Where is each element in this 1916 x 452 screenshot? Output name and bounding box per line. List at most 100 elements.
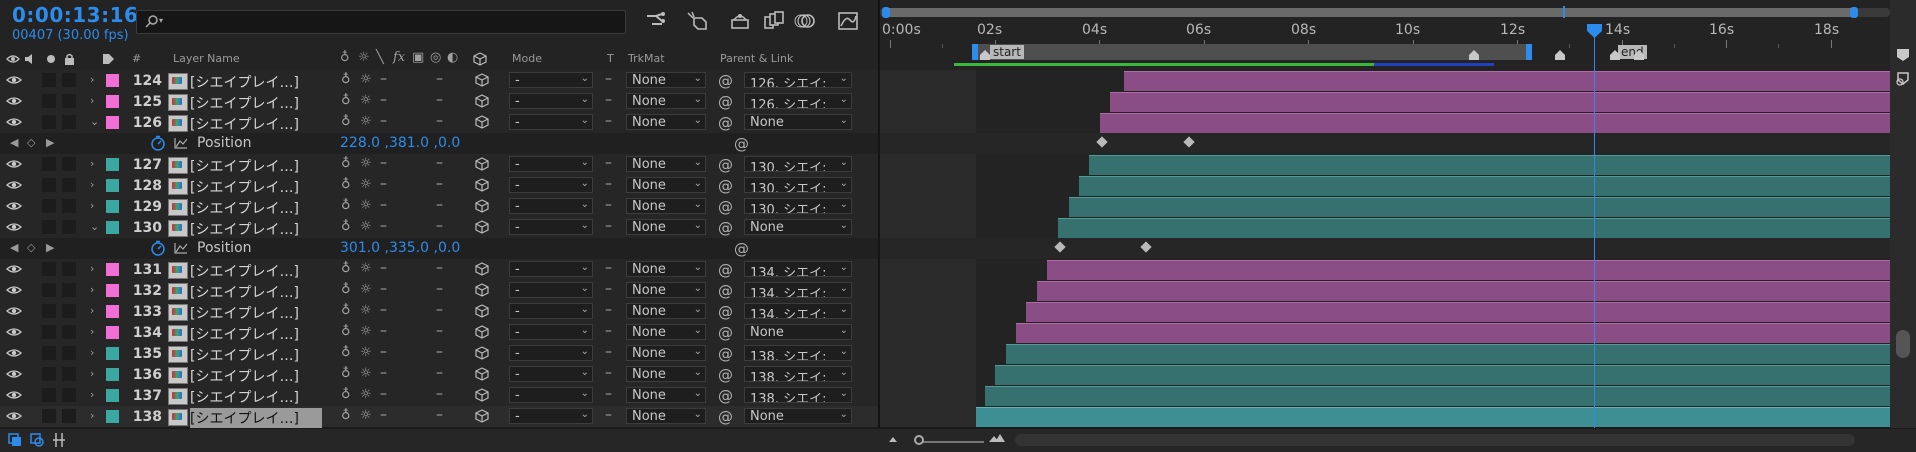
blend-mode-dropdown[interactable]: - ⌄ bbox=[509, 366, 593, 382]
layer-search-input[interactable]: ▾ bbox=[136, 10, 626, 34]
solo-switch[interactable] bbox=[42, 178, 56, 192]
eye-icon[interactable] bbox=[6, 222, 22, 232]
3d-layer-switch-icon[interactable] bbox=[475, 73, 489, 87]
lock-switch[interactable] bbox=[62, 94, 76, 108]
lock-switch[interactable] bbox=[62, 199, 76, 213]
lock-switch[interactable] bbox=[62, 157, 76, 171]
layer-duration-bar[interactable] bbox=[1079, 176, 1890, 196]
draft-3d-icon[interactable] bbox=[686, 10, 710, 32]
eye-icon[interactable] bbox=[6, 201, 22, 211]
property-track[interactable] bbox=[880, 238, 1890, 260]
pickwhip-icon[interactable]: @ bbox=[718, 345, 733, 363]
label-color-swatch[interactable] bbox=[106, 368, 119, 381]
layer-name[interactable]: [シエイプレイ…] bbox=[190, 366, 322, 386]
pickwhip-icon[interactable]: @ bbox=[718, 324, 733, 342]
layer-tracks[interactable] bbox=[880, 70, 1890, 428]
chevron-right-icon[interactable]: › bbox=[90, 178, 94, 191]
add-keyframe-icon[interactable]: ◇ bbox=[27, 136, 35, 149]
preserve-transparency-switch[interactable]: – bbox=[605, 344, 612, 360]
adjustment-switch-icon[interactable]: – bbox=[436, 344, 443, 360]
collapse-switch-icon[interactable]: ☼ bbox=[360, 408, 372, 423]
eye-icon[interactable] bbox=[6, 54, 20, 64]
lock-switch[interactable] bbox=[62, 409, 76, 423]
trkmat-dropdown[interactable]: None ⌄ bbox=[626, 219, 706, 235]
collapse-switch-icon[interactable]: ☼ bbox=[360, 219, 372, 234]
track[interactable] bbox=[880, 385, 1890, 407]
adjustment-switch-icon[interactable]: – bbox=[436, 386, 443, 402]
shy-switch-icon[interactable]: ♁ bbox=[341, 219, 351, 234]
chevron-right-icon[interactable]: › bbox=[90, 346, 94, 359]
preserve-transparency-switch[interactable]: – bbox=[605, 71, 612, 87]
adjustment-switch-icon[interactable]: – bbox=[436, 302, 443, 318]
layer-name[interactable]: [シエイプレイ…] bbox=[190, 93, 322, 113]
solo-icon[interactable] bbox=[47, 55, 55, 63]
property-row-position[interactable]: ◀ ◇ ▶ Position 301.0 ,335.0 ,0.0 @ bbox=[0, 238, 880, 260]
pickwhip-icon[interactable]: @ bbox=[734, 135, 749, 153]
track[interactable] bbox=[880, 112, 1890, 134]
3d-layer-switch-icon[interactable] bbox=[475, 409, 489, 423]
trkmat-dropdown[interactable]: None ⌄ bbox=[626, 345, 706, 361]
collapse-switch-icon[interactable]: ☼ bbox=[360, 345, 372, 360]
label-color-swatch[interactable] bbox=[106, 389, 119, 402]
layer-name[interactable]: [シエイプレイ…] bbox=[190, 345, 322, 365]
blend-mode-dropdown[interactable]: - ⌄ bbox=[509, 156, 593, 172]
quality-switch-icon[interactable]: – bbox=[380, 176, 387, 192]
blend-mode-dropdown[interactable]: - ⌄ bbox=[509, 219, 593, 235]
comp-marker-bin-icon[interactable] bbox=[1895, 72, 1911, 86]
shy-switch-icon[interactable]: ♁ bbox=[341, 303, 351, 318]
quality-switch-icon[interactable]: – bbox=[380, 92, 387, 108]
pickwhip-icon[interactable]: @ bbox=[718, 387, 733, 405]
pickwhip-icon[interactable]: @ bbox=[718, 366, 733, 384]
solo-switch[interactable] bbox=[42, 199, 56, 213]
position-value[interactable]: 228.0 ,381.0 ,0.0 bbox=[340, 135, 460, 151]
layer-name[interactable]: [シエイプレイ…] bbox=[190, 114, 322, 134]
graph-icon[interactable] bbox=[174, 137, 188, 149]
track[interactable] bbox=[880, 217, 1890, 239]
quality-switch-icon[interactable]: – bbox=[380, 218, 387, 234]
label-color-swatch[interactable] bbox=[106, 74, 119, 87]
lock-switch[interactable] bbox=[62, 304, 76, 318]
collapse-switch-icon[interactable]: ☼ bbox=[360, 156, 372, 171]
shy-icon[interactable]: ♁ bbox=[340, 50, 350, 65]
collapse-switch-icon[interactable]: ☼ bbox=[360, 177, 372, 192]
eye-icon[interactable] bbox=[6, 117, 22, 127]
layer-row[interactable]: › 133 [シエイプレイ…] ♁ ☼ – – - ⌄ – None ⌄ @ 134… bbox=[0, 301, 880, 323]
frame-blending-icon[interactable] bbox=[762, 10, 786, 32]
chevron-right-icon[interactable]: › bbox=[90, 325, 94, 338]
3d-layer-switch-icon[interactable] bbox=[475, 346, 489, 360]
track[interactable] bbox=[880, 70, 1890, 92]
eye-icon[interactable] bbox=[6, 327, 22, 337]
trkmat-dropdown[interactable]: None ⌄ bbox=[626, 282, 706, 298]
blend-mode-dropdown[interactable]: - ⌄ bbox=[509, 303, 593, 319]
lock-switch[interactable] bbox=[62, 262, 76, 276]
parent-dropdown[interactable]: 134. シエイ: ⌄ bbox=[744, 282, 852, 298]
shy-switch-icon[interactable]: ♁ bbox=[341, 156, 351, 171]
collapse-switch-icon[interactable]: ☼ bbox=[360, 114, 372, 129]
blend-mode-dropdown[interactable]: - ⌄ bbox=[509, 198, 593, 214]
keyframe[interactable] bbox=[1096, 136, 1108, 148]
blend-mode-dropdown[interactable]: - ⌄ bbox=[509, 114, 593, 130]
lock-switch[interactable] bbox=[62, 283, 76, 297]
preserve-transparency-switch[interactable]: – bbox=[605, 281, 612, 297]
eye-icon[interactable] bbox=[6, 411, 22, 421]
adjustment-switch-icon[interactable]: – bbox=[436, 92, 443, 108]
composition-marker-icon[interactable] bbox=[1610, 50, 1620, 60]
lock-switch[interactable] bbox=[62, 220, 76, 234]
parent-dropdown[interactable]: None ⌄ bbox=[744, 324, 852, 340]
track[interactable] bbox=[880, 280, 1890, 302]
shy-switch-icon[interactable]: ♁ bbox=[341, 324, 351, 339]
layer-duration-bar[interactable] bbox=[1047, 260, 1890, 280]
solo-switch[interactable] bbox=[42, 346, 56, 360]
parent-dropdown[interactable]: 126. シエイ: ⌄ bbox=[744, 72, 852, 88]
label-color-swatch[interactable] bbox=[106, 347, 119, 360]
quality-switch-icon[interactable]: – bbox=[380, 155, 387, 171]
3d-layer-switch-icon[interactable] bbox=[475, 304, 489, 318]
layer-duration-bar[interactable] bbox=[1026, 302, 1890, 322]
stopwatch-icon[interactable] bbox=[150, 240, 166, 256]
solo-switch[interactable] bbox=[42, 94, 56, 108]
layer-duration-bar[interactable] bbox=[1037, 281, 1890, 301]
3d-layer-switch-icon[interactable] bbox=[475, 199, 489, 213]
keyframe[interactable] bbox=[1183, 136, 1195, 148]
blend-mode-dropdown[interactable]: - ⌄ bbox=[509, 324, 593, 340]
vertical-scrollbar-thumb[interactable] bbox=[1896, 330, 1910, 358]
